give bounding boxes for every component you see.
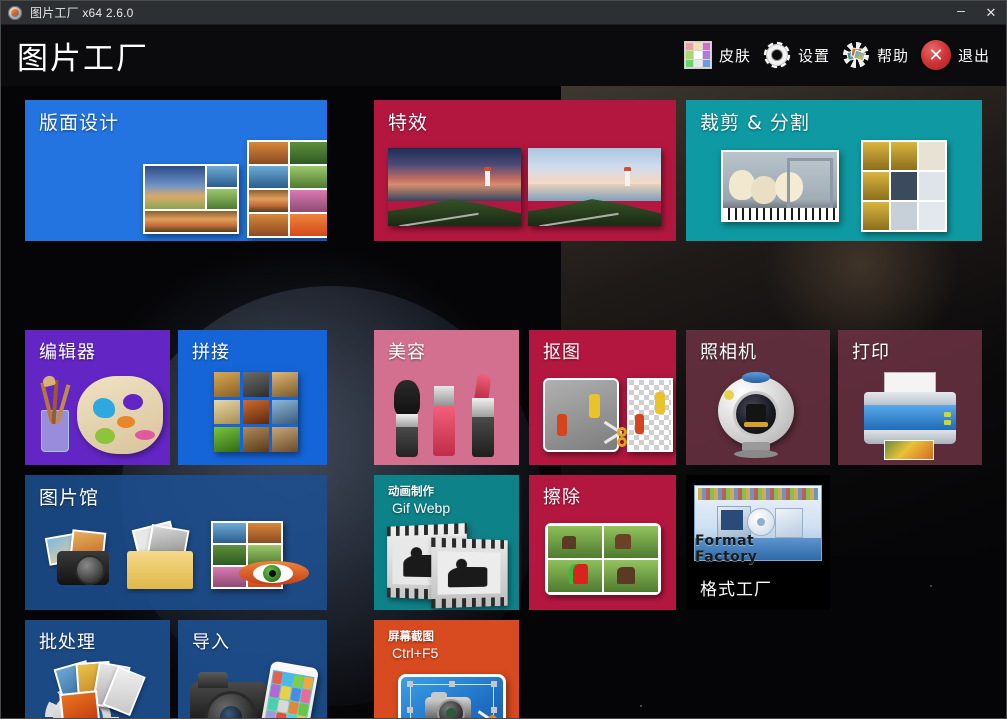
palette-brushes-art [35, 372, 163, 458]
settings-label: 设置 [798, 45, 830, 66]
tile-label: 特效 [388, 108, 428, 135]
tile-label: 编辑器 [39, 338, 96, 364]
app-gear-icon [7, 5, 23, 21]
tile-label: 抠图 [543, 338, 581, 364]
gear-icon [763, 41, 791, 69]
tile-label: 擦除 [543, 483, 581, 509]
tile-label: 格式工厂 [700, 575, 772, 600]
runners-transparent-art [627, 378, 673, 452]
capture-camera-art [398, 674, 506, 719]
tile-beauty[interactable]: 美容 [374, 330, 519, 465]
tile-grid: 版面设计 特效 裁剪 & 分割 [1, 86, 1006, 718]
tile-editor[interactable]: 编辑器 [25, 330, 170, 465]
camera-folder-eye-art [43, 521, 319, 607]
tile-label: 打印 [852, 338, 890, 364]
title-bar: 图片工厂 x64 2.6.0 – ✕ [1, 1, 1006, 25]
tile-label: 美容 [388, 338, 426, 364]
gear-photos-art [39, 662, 155, 719]
puppies-photo-art [721, 150, 839, 222]
tile-animation[interactable]: 动画制作 Gif Webp [374, 475, 519, 610]
help-button[interactable]: 帮助 [838, 33, 917, 77]
application-window: 图片工厂 x64 2.6.0 – ✕ 图片工厂 皮肤 设置 [0, 0, 1007, 719]
format-factory-banner-art: Format Factory [694, 485, 822, 561]
tile-effects[interactable]: 特效 [374, 100, 676, 241]
app-header: 图片工厂 皮肤 设置 帮 [1, 25, 1006, 86]
tile-label: 动画制作 [388, 484, 450, 500]
tile-label: 图片馆 [39, 483, 99, 510]
tile-batch-process[interactable]: 批处理 [25, 620, 170, 719]
film-strip-art [380, 523, 514, 607]
exit-label: 退出 [958, 45, 990, 66]
window-title: 图片工厂 x64 2.6.0 [30, 4, 134, 21]
tile-picture-gallery[interactable]: 图片馆 [25, 475, 327, 610]
tile-layout-design[interactable]: 版面设计 [25, 100, 327, 241]
cosmetics-art [390, 372, 508, 462]
tile-label: 拼接 [192, 338, 230, 364]
tile-camera[interactable]: 照相机 [686, 330, 830, 465]
tile-sublabel: 动画制作 Gif Webp [388, 484, 450, 516]
format-factory-banner-text: Format Factory [695, 533, 821, 565]
close-button[interactable]: ✕ [976, 1, 1006, 25]
scissors-icon [601, 426, 629, 448]
exit-circle-x-icon: ✕ [921, 40, 951, 70]
animal-grid-art [214, 372, 298, 452]
tile-cutout[interactable]: 抠图 [529, 330, 676, 465]
tile-print[interactable]: 打印 [838, 330, 982, 465]
tile-erase[interactable]: 擦除 [529, 475, 676, 610]
tile-crop-split[interactable]: 裁剪 & 分割 [686, 100, 982, 241]
exit-button[interactable]: ✕ 退出 [917, 33, 998, 77]
tile-label2: Ctrl+F5 [388, 645, 438, 661]
split-grid-art [861, 140, 947, 232]
tile-label: 批处理 [39, 628, 96, 654]
tile-label: 导入 [192, 628, 230, 654]
tile-label: 照相机 [700, 338, 757, 364]
tile-format-factory[interactable]: Format Factory 格式工厂 [686, 475, 830, 610]
tile-label: 屏幕截图 [388, 629, 438, 645]
page-title: 图片工厂 [17, 33, 149, 78]
tile-label: 版面设计 [39, 108, 119, 135]
skin-label: 皮肤 [719, 45, 751, 66]
minimize-button[interactable]: – [946, 1, 976, 25]
printer-art [858, 372, 962, 460]
tile-label2: Gif Webp [388, 500, 450, 516]
tile-label: 裁剪 & 分割 [700, 108, 810, 135]
tile-import[interactable]: 导入 [178, 620, 327, 719]
help-gear-photos-icon [842, 41, 870, 69]
webcam-art [708, 370, 808, 462]
deer-quad-art [545, 523, 661, 595]
window-controls: – ✕ [946, 1, 1006, 25]
tile-stitch[interactable]: 拼接 [178, 330, 327, 465]
skin-palette-icon [684, 41, 712, 69]
tile-screen-capture[interactable]: 屏幕截图 Ctrl+F5 [374, 620, 519, 719]
tile-sublabel: 屏幕截图 Ctrl+F5 [388, 629, 438, 661]
dslr-phone-art [190, 664, 320, 719]
header-toolbar: 皮肤 设置 帮助 ✕ 退出 [680, 31, 998, 79]
settings-button[interactable]: 设置 [759, 33, 838, 77]
skin-button[interactable]: 皮肤 [680, 33, 759, 77]
help-label: 帮助 [877, 45, 909, 66]
